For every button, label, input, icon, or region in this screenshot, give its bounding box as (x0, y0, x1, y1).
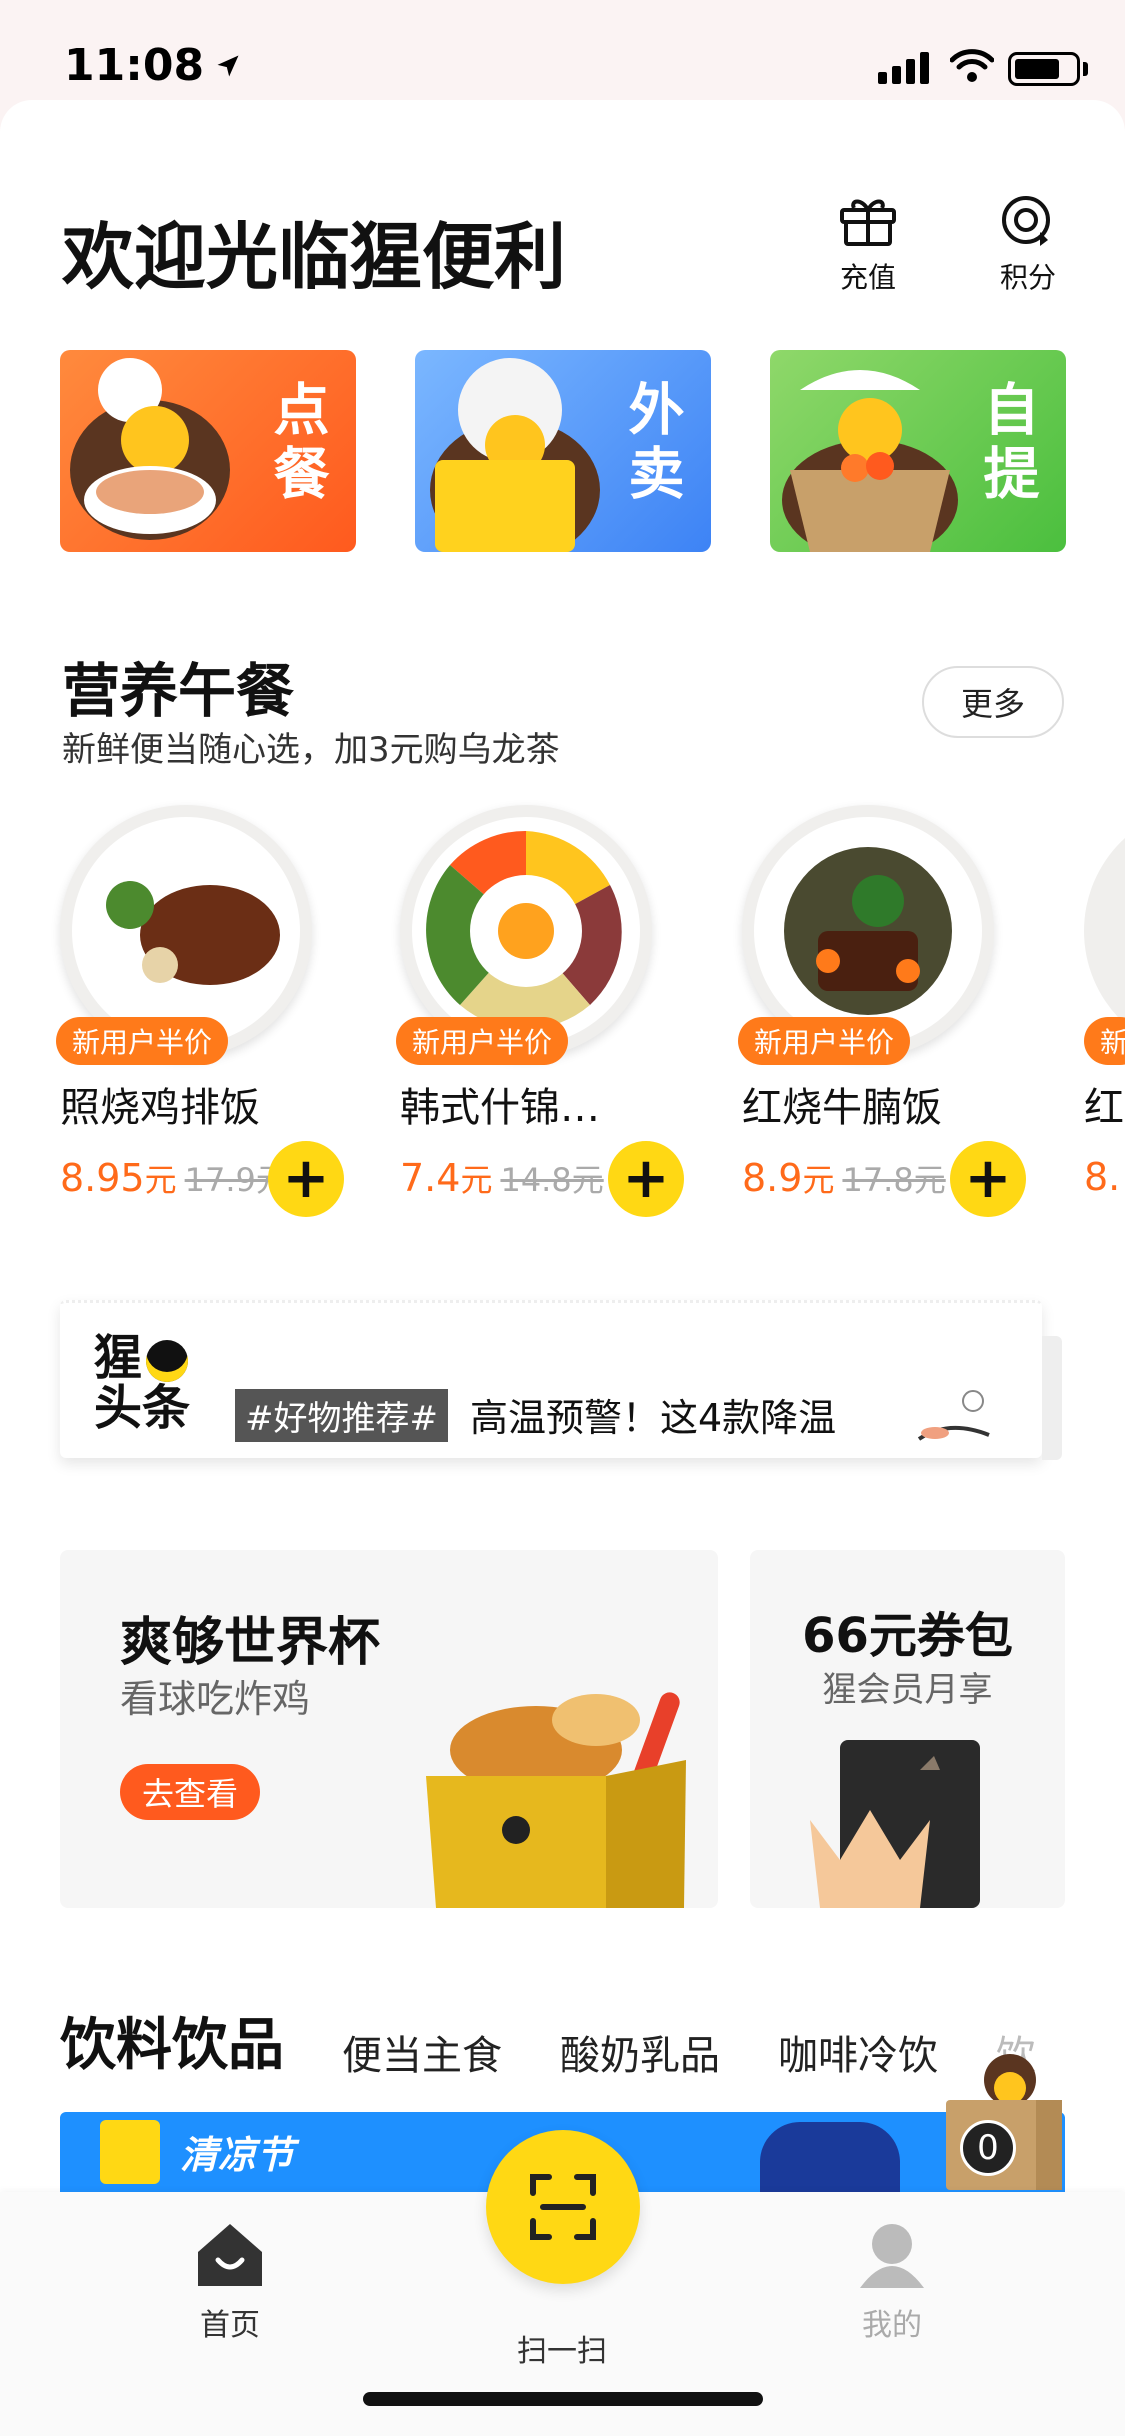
new-user-badge: 新 (1084, 1017, 1125, 1065)
cart-button[interactable]: 0 (940, 2050, 1066, 2190)
world-cup-promo-card[interactable]: 爽够世界杯 看球吃炸鸡 去查看 (60, 1550, 718, 1908)
service-tile-pickup[interactable]: 自提 (770, 350, 1066, 552)
lunch-section-subtitle: 新鲜便当随心选，加3元购乌龙茶 (62, 730, 560, 770)
tab-dairy[interactable]: 酸奶乳品 (560, 2023, 720, 2081)
product-card[interactable]: 新用户半价 照烧鸡排饭 8.95元 17.9元 + (56, 805, 360, 1225)
battery-cap (1083, 62, 1088, 76)
new-user-badge: 新用户半价 (396, 1017, 569, 1065)
headline-tag: #好物推荐# (235, 1389, 448, 1442)
tab-home[interactable]: 首页 (150, 2220, 310, 2344)
price-value: 8.9 (742, 1156, 803, 1200)
crown-gift-image (810, 1740, 980, 1908)
profile-icon (860, 2224, 924, 2288)
new-user-badge: 新用户半价 (738, 1017, 911, 1065)
lunch-section-title: 营养午餐 (62, 657, 295, 725)
promo-title: 66元券包 (802, 1608, 1013, 1664)
product-card[interactable]: 新用户半价 红烧牛腩饭 8.9元 17.8元 + (738, 805, 1042, 1225)
product-price: 8.9元 17.8元 (742, 1155, 946, 1201)
headline-logo: 猩 头条 (94, 1333, 190, 1434)
tab-me-label: 我的 (862, 2308, 922, 2343)
tab-scan-label-wrap: 扫一扫 (482, 2316, 642, 2370)
product-card-partial[interactable]: 新 红 8. (1080, 805, 1125, 1225)
more-button[interactable]: 更多 (922, 666, 1064, 738)
status-time: 11:08 (64, 40, 242, 91)
beef-brisket-image (784, 847, 952, 1015)
headline-banner-next-edge (1042, 1336, 1062, 1460)
original-price: 17.8元 (842, 1161, 946, 1199)
tab-home-label: 首页 (200, 2308, 260, 2343)
tab-drinks[interactable]: 饮料饮品 (60, 2000, 284, 2081)
service-label-delivery: 外卖 (619, 380, 684, 508)
recharge-button[interactable]: 充值 (808, 192, 928, 296)
headline-logo-text: 猩 (94, 1330, 143, 1386)
service-label-dine-in: 点餐 (264, 380, 329, 508)
fried-chicken-box-image (426, 1692, 686, 1908)
product-card[interactable]: 新用户半价 韩式什锦… 7.4元 14.8元 + (396, 805, 700, 1225)
cart-count-badge: 0 (960, 2120, 1016, 2176)
view-button[interactable]: 去查看 (120, 1764, 261, 1820)
promo-subtitle: 猩会员月享 (822, 1670, 993, 1710)
service-tile-dine-in[interactable]: 点餐 (60, 350, 356, 552)
banner-label: 清凉节 (180, 2133, 295, 2177)
product-price: 8.95元 17.9元 (60, 1155, 288, 1201)
scan-button[interactable] (486, 2130, 640, 2284)
home-icon (198, 2224, 262, 2286)
chicken-rice-image (106, 881, 280, 985)
add-to-cart-button[interactable]: + (268, 1141, 344, 1217)
price-value: 8. (1084, 1155, 1121, 1199)
add-to-cart-button[interactable]: + (950, 1141, 1026, 1217)
price-unit: 元 (144, 1161, 177, 1199)
location-arrow-icon (217, 55, 239, 76)
monkey-face-icon (146, 1340, 189, 1382)
price-unit: 元 (460, 1161, 493, 1199)
product-name: 韩式什锦… (400, 1085, 600, 1131)
product-price: 7.4元 14.8元 (400, 1155, 604, 1201)
new-user-badge: 新用户半价 (56, 1017, 229, 1065)
scan-icon (530, 2174, 596, 2240)
product-name: 红 (1084, 1085, 1124, 1131)
headline-text: 高温预警！这4款降温 (470, 1396, 837, 1440)
tab-scan-label: 扫一扫 (517, 2334, 607, 2369)
product-name: 照烧鸡排饭 (60, 1085, 260, 1131)
price-value: 8.95 (60, 1156, 145, 1200)
original-price: 14.8元 (500, 1161, 604, 1199)
sketch-figure-icon (917, 1390, 990, 1441)
wifi-icon (950, 49, 994, 82)
recharge-label: 充值 (839, 261, 896, 294)
headline-banner[interactable]: 猩 头条 #好物推荐# 高温预警！这4款降温 (60, 1300, 1042, 1458)
tab-coffee[interactable]: 咖啡冷饮 (778, 2023, 938, 2081)
service-label-pickup: 自提 (974, 380, 1039, 508)
price-value: 7.4 (400, 1156, 461, 1200)
points-label: 积分 (999, 261, 1056, 294)
bibimbap-image (426, 830, 622, 1030)
product-name: 红烧牛腩饭 (742, 1085, 942, 1131)
signal-icon (878, 52, 929, 84)
service-tile-delivery[interactable]: 外卖 (415, 350, 711, 552)
headline-logo-subtext: 头条 (94, 1380, 191, 1437)
category-tabs: 饮料饮品 便当主食 酸奶乳品 咖啡冷饮 饮 (60, 2000, 1036, 2081)
page-title: 欢迎光临猩便利 (62, 215, 567, 299)
home-indicator (363, 2392, 763, 2406)
coupon-pack-promo-card[interactable]: 66元券包 猩会员月享 (750, 1550, 1065, 1908)
add-to-cart-button[interactable]: + (608, 1141, 684, 1217)
points-icon (1002, 196, 1050, 246)
promo-subtitle: 看球吃炸鸡 (120, 1677, 311, 1721)
tab-bento[interactable]: 便当主食 (342, 2023, 502, 2081)
gift-icon (840, 199, 896, 246)
monkey-bag-icon (782, 370, 958, 552)
tab-me[interactable]: 我的 (812, 2220, 972, 2344)
monkey-courier-icon (430, 358, 600, 552)
battery-icon (1008, 52, 1080, 86)
status-time-text: 11:08 (64, 40, 205, 91)
promo-title: 爽够世界杯 (120, 1613, 381, 1673)
monkey-chef-icon (70, 358, 230, 540)
drink-cup-icon (100, 2120, 160, 2184)
price-unit: 元 (802, 1161, 835, 1199)
points-button[interactable]: 积分 (968, 192, 1088, 296)
drink-can-image (760, 2122, 900, 2192)
